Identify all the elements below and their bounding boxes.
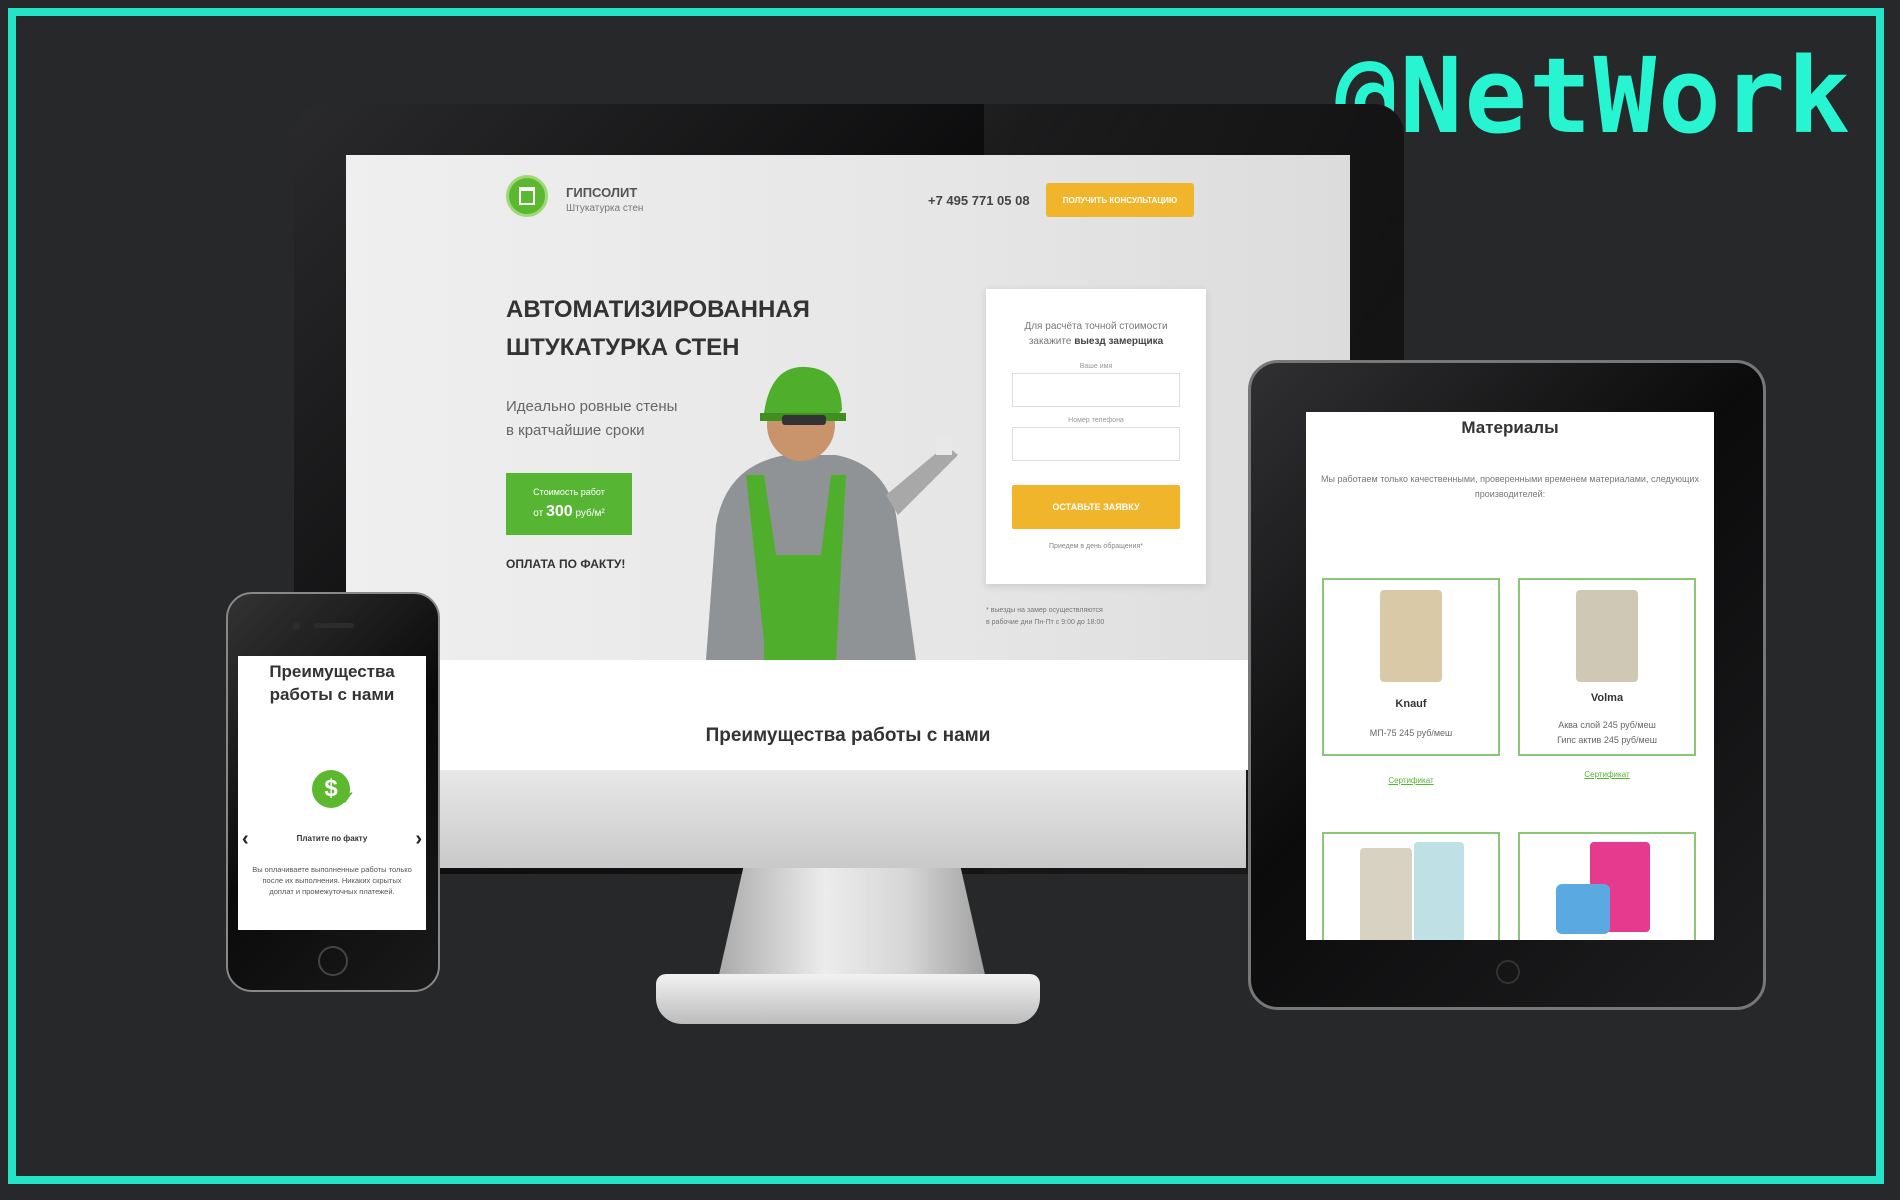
material-card[interactable]: Knauf МП-75 245 руб/меш — [1322, 578, 1500, 756]
advantages-section — [346, 660, 1350, 770]
material-card[interactable] — [1518, 832, 1696, 940]
materials-description: Мы работаем только качественными, провер… — [1321, 474, 1699, 499]
columns-logo-icon[interactable] — [506, 175, 548, 217]
phone-camera-icon — [292, 622, 300, 630]
certificate-link[interactable]: Сертификат — [1518, 770, 1696, 779]
hours-note: * выезды на замер осуществляются в рабоч… — [986, 607, 1105, 626]
monitor-base — [656, 974, 1040, 1024]
checkmark-icon: ✓ — [340, 788, 356, 808]
hero-section: ГИПСОЛИТ Штукатурка стен +7 495 771 05 0… — [346, 155, 1350, 660]
logo-title: ГИПСОЛИТ — [566, 185, 638, 200]
phone-speaker — [314, 623, 354, 628]
materials-title: Материалы — [1461, 418, 1559, 437]
cement-bag-icon — [1414, 842, 1464, 940]
material-card[interactable] — [1322, 832, 1500, 940]
phone-site: Преимущества работы с нами $ ✓ ‹ › Плати… — [238, 656, 426, 930]
header-phone-link[interactable]: +7 495 771 05 08 — [928, 193, 1030, 208]
monitor-chin — [436, 770, 1246, 868]
submit-request-button[interactable]: ОСТАВЬТЕ ЗАЯВКУ — [1012, 485, 1180, 529]
tablet-home-button-icon[interactable] — [1496, 960, 1520, 984]
logo-subtitle: Штукатурка стен — [566, 203, 644, 214]
phone-input[interactable] — [1012, 427, 1180, 461]
desktop-site: ГИПСОЛИТ Штукатурка стен +7 495 771 05 0… — [346, 155, 1350, 770]
material-card[interactable]: Volma Аква слой 245 руб/меш Гипс актив 24… — [1518, 578, 1696, 756]
cement-bag-icon — [1380, 590, 1442, 682]
monitor-stand — [716, 868, 988, 988]
cement-bag-icon — [1360, 848, 1412, 940]
price-badge: Стоимость работ от 300 руб/м² — [506, 473, 632, 535]
phone-home-button-icon[interactable] — [318, 946, 348, 976]
name-input[interactable] — [1012, 373, 1180, 407]
feature-text: Вы оплачиваете выполненные работы только… — [252, 865, 412, 896]
pay-fact-text: ОПЛАТА ПО ФАКТУ! — [506, 557, 626, 571]
worker-illustration — [706, 366, 958, 660]
cement-bag-icon — [1576, 590, 1638, 682]
certificate-link[interactable]: Сертификат — [1322, 776, 1500, 785]
consult-button[interactable]: ПОЛУЧИТЬ КОНСУЛЬТАЦИЮ — [1046, 183, 1194, 217]
name-field-label: Ваше имя — [1079, 363, 1113, 370]
feature-title: Платите по факту — [296, 834, 368, 843]
bucket-icon — [1556, 884, 1610, 934]
form-note: Приедем в день обращения* — [1049, 543, 1143, 550]
watermark-text: @NetWork — [1335, 35, 1852, 157]
advantages-title: Преимущества работы с нами — [705, 725, 991, 746]
request-form: Для расчёта точной стоимости закажите вы… — [986, 289, 1206, 584]
phone-advantages-title: Преимущества работы с нами — [269, 662, 395, 704]
phone-field-label: Номер телефона — [1068, 417, 1124, 424]
tablet-site: Материалы Мы работаем только качественны… — [1306, 412, 1714, 940]
